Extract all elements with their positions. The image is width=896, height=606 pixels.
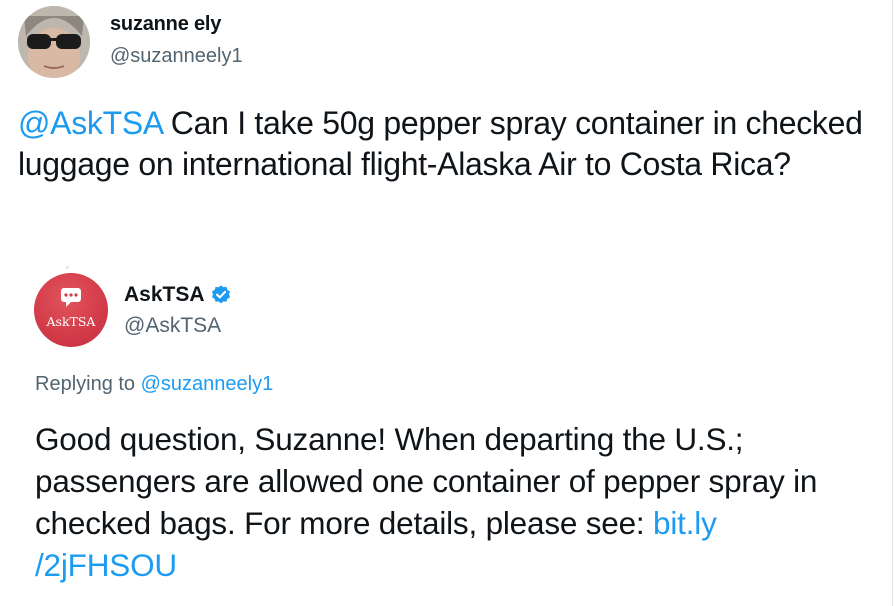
verified-badge-icon [211,285,230,304]
reply-avatar[interactable]: AskTSA [34,273,108,347]
avatar[interactable] [18,6,90,78]
thread-connector [66,266,69,269]
reply-link-part2[interactable]: /2jFHSOU [35,547,177,583]
author-handle[interactable]: @suzanneely1 [110,45,243,68]
reply-text: Good question, Suzanne! When departing t… [35,418,885,586]
replying-to-link[interactable]: @suzanneely1 [141,373,274,395]
reply-author[interactable]: AskTSA [124,283,232,307]
reply-author-handle[interactable]: @AskTSA [124,314,221,338]
replying-prefix: Replying to [35,373,141,395]
author-name[interactable]: suzanne ely [110,13,221,36]
tweet-text: @AskTSA Can I take 50g pepper spray cont… [18,103,878,185]
avatar-label: AskTSA [46,314,97,329]
mention-link[interactable]: @AskTSA [18,105,163,141]
reply-link-part1[interactable]: bit.ly [653,505,717,541]
user-photo-icon [18,6,90,78]
asktsa-logo-icon: AskTSA [46,288,97,329]
panel-border [892,0,893,606]
reply-author-name[interactable]: AskTSA [124,283,205,307]
replying-to: Replying to @suzanneely1 [35,373,273,396]
